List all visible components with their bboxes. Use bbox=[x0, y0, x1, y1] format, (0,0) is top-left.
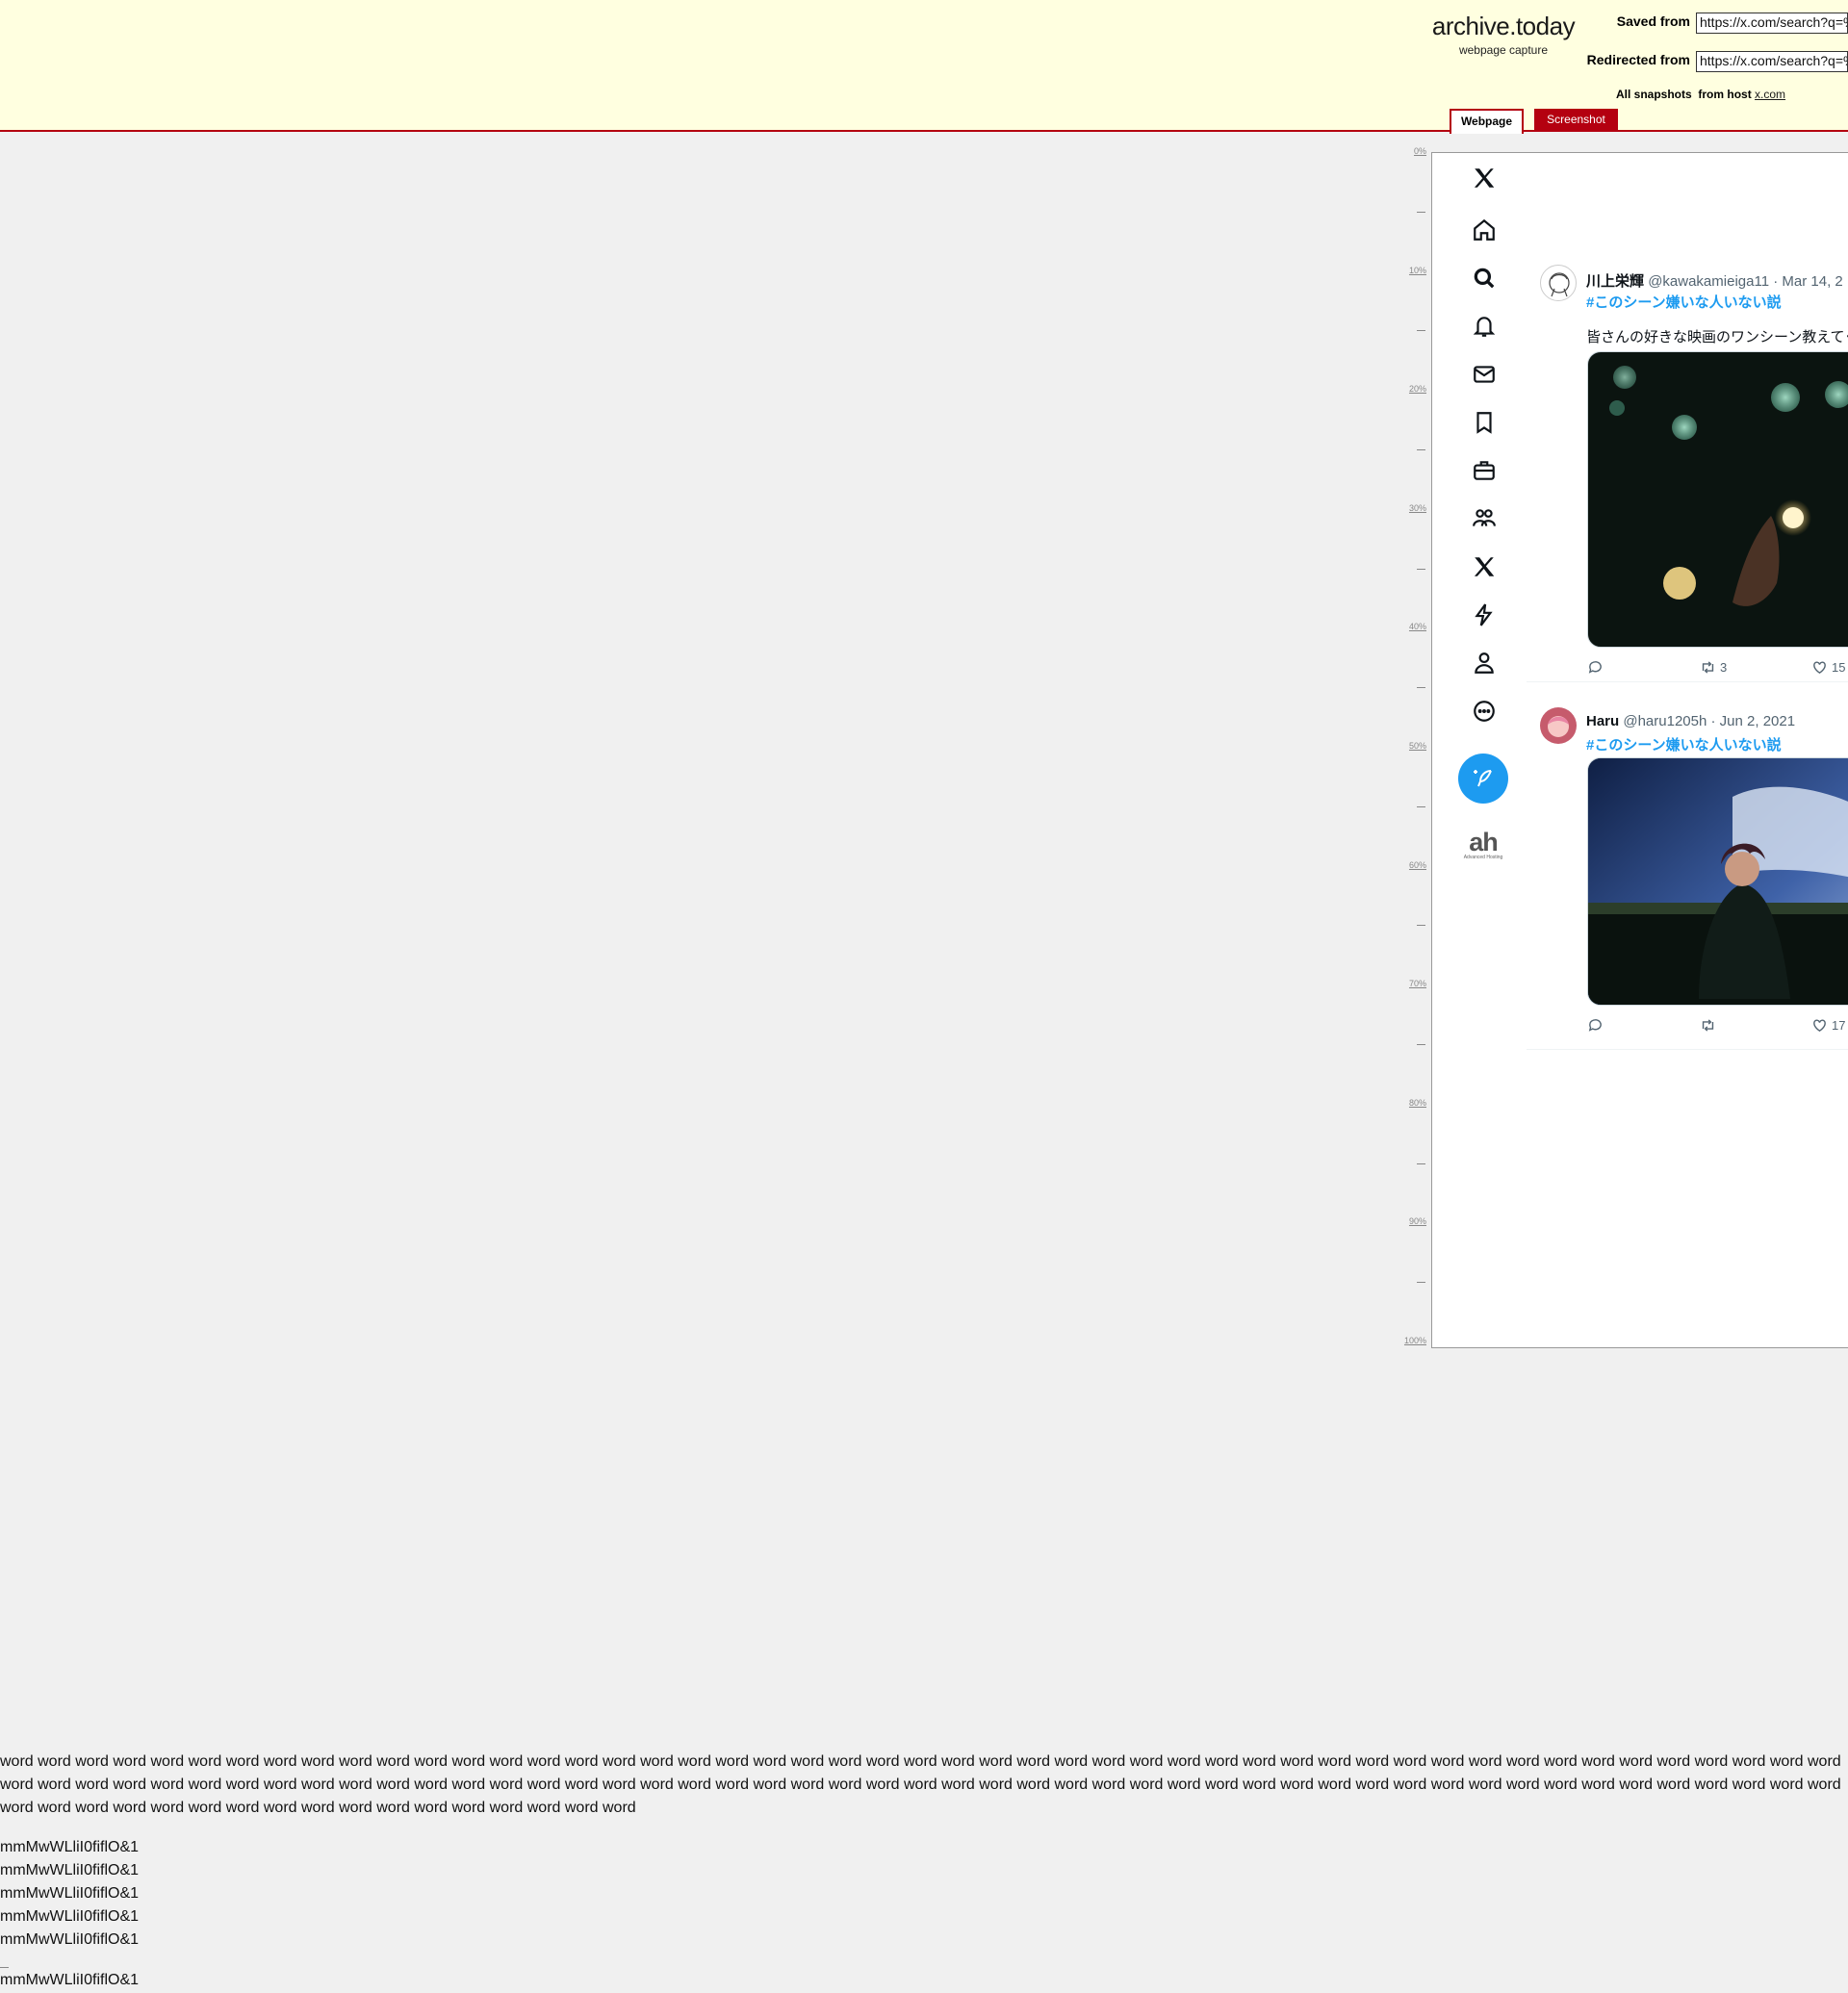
search-icon[interactable] bbox=[1471, 265, 1498, 292]
ruler-label[interactable]: 100% bbox=[1398, 1336, 1426, 1345]
heart-icon bbox=[1813, 1019, 1826, 1033]
retweet-count: 3 bbox=[1720, 660, 1728, 675]
tweet-image[interactable] bbox=[1587, 351, 1848, 648]
captured-page-frame: ah Advanced Hosting 川上栄輝 @kawakamieiga11… bbox=[1431, 152, 1848, 1348]
reply-button[interactable] bbox=[1587, 659, 1604, 676]
notifications-icon[interactable] bbox=[1471, 313, 1498, 340]
glyph-test-line: mmMwWLliI0fiflO&1 bbox=[0, 1908, 140, 1925]
tab-webpage[interactable]: Webpage bbox=[1450, 109, 1524, 134]
retweet-icon bbox=[1702, 661, 1714, 674]
advanced-hosting-logo[interactable]: ah Advanced Hosting bbox=[1459, 828, 1507, 861]
ruler-label[interactable]: 20% bbox=[1398, 384, 1426, 394]
ruler-tick bbox=[1417, 925, 1425, 927]
glyph-test-line: mmMwWLliI0fiflO&1 bbox=[0, 1885, 140, 1902]
ruler-label[interactable]: 80% bbox=[1398, 1098, 1426, 1108]
glyph-test-line: mmMwWLliI0fiflO&1 bbox=[0, 1839, 140, 1855]
communities-icon[interactable] bbox=[1471, 505, 1498, 532]
saved-from-input[interactable]: https://x.com/search?q=%23%E3%81%93%E3%8… bbox=[1696, 13, 1848, 34]
divider bbox=[0, 1967, 9, 1968]
ruler-tick bbox=[1417, 330, 1425, 332]
avatar[interactable] bbox=[1540, 265, 1577, 301]
author-handle[interactable]: @haru1205h bbox=[1623, 713, 1707, 729]
home-icon[interactable] bbox=[1471, 217, 1498, 243]
tab-screenshot[interactable]: Screenshot bbox=[1534, 109, 1618, 132]
tweet-image[interactable] bbox=[1587, 757, 1848, 1006]
saved-from-label: Saved from bbox=[1616, 13, 1690, 29]
from-host-label: from host bbox=[1698, 88, 1752, 101]
like-count: 15 bbox=[1832, 660, 1846, 675]
host-link[interactable]: x.com bbox=[1755, 88, 1785, 101]
hashtag-link[interactable]: #このシーン嫌いな人いない説 bbox=[1586, 292, 1782, 312]
messages-icon[interactable] bbox=[1471, 361, 1498, 388]
redirected-from-label: Redirected from bbox=[1586, 52, 1690, 67]
reply-button[interactable] bbox=[1587, 1017, 1604, 1034]
redirected-from-input[interactable]: https://x.com/search?q=%23%E3%81%93%E3%8… bbox=[1696, 51, 1848, 72]
author-handle[interactable]: @kawakamieiga11 bbox=[1648, 273, 1769, 290]
author-name[interactable]: 川上栄輝 bbox=[1586, 273, 1644, 290]
avatar[interactable] bbox=[1540, 707, 1577, 744]
archive-brand[interactable]: archive.today webpage capture bbox=[1430, 12, 1577, 57]
compose-icon bbox=[1474, 770, 1492, 787]
like-count: 17 bbox=[1832, 1018, 1846, 1033]
like-button[interactable]: 15 bbox=[1811, 659, 1845, 676]
glyph-test-line: mmMwWLliI0fiflO&1 bbox=[0, 1972, 140, 1988]
ruler-tick bbox=[1417, 1163, 1425, 1164]
ruler-tick bbox=[1417, 1282, 1425, 1284]
brand-subtitle: webpage capture bbox=[1458, 43, 1549, 57]
glyph-test-line: mmMwWLliI0fiflO&1 bbox=[0, 1931, 140, 1948]
ruler-tick bbox=[1417, 211, 1425, 213]
ruler-tick bbox=[1417, 449, 1425, 450]
retweet-button[interactable]: 3 bbox=[1700, 659, 1727, 676]
like-button[interactable]: 17 bbox=[1811, 1017, 1845, 1034]
retweet-icon bbox=[1702, 1019, 1714, 1032]
premium-icon[interactable] bbox=[1471, 553, 1498, 580]
ruler-label[interactable]: 50% bbox=[1398, 741, 1426, 751]
x-logo-icon[interactable] bbox=[1471, 165, 1498, 192]
author-name[interactable]: Haru bbox=[1586, 713, 1619, 729]
ruler-tick bbox=[1417, 568, 1425, 570]
ruler-label[interactable]: 90% bbox=[1398, 1216, 1426, 1226]
tweet-date[interactable]: · Jun 2, 2021 bbox=[1711, 713, 1796, 729]
archive-header: archive.today webpage capture Saved from… bbox=[0, 0, 1848, 134]
ad-logo-text: ah bbox=[1469, 828, 1499, 856]
reply-icon bbox=[1588, 1019, 1602, 1032]
hashtag-link[interactable]: #このシーン嫌いな人いない説 bbox=[1586, 734, 1782, 754]
jobs-icon[interactable] bbox=[1471, 457, 1498, 484]
tweet-text: 皆さんの好きな映画のワンシーン教えてく bbox=[1586, 329, 1848, 345]
tweet-1[interactable]: 川上栄輝 @kawakamieiga11 · Mar 14, 2 #このシーン嫌… bbox=[1527, 265, 1848, 682]
filler-words: word word word word word word word word … bbox=[0, 1753, 1841, 1816]
tweet-2[interactable]: Haru @haru1205h · Jun 2, 2021 #このシーン嫌いな人… bbox=[1527, 707, 1848, 1050]
ruler-label[interactable]: 0% bbox=[1398, 146, 1426, 156]
ruler-tick bbox=[1417, 1044, 1425, 1045]
more-icon[interactable] bbox=[1471, 698, 1498, 725]
ruler-tick bbox=[1417, 687, 1425, 689]
tweet-date[interactable]: · Mar 14, 2 bbox=[1773, 273, 1843, 290]
brand-title: archive.today bbox=[1431, 12, 1576, 40]
ruler-label[interactable]: 30% bbox=[1398, 503, 1426, 513]
verified-orgs-icon[interactable] bbox=[1471, 601, 1498, 628]
compose-button[interactable] bbox=[1458, 754, 1508, 804]
ruler-tick bbox=[1417, 805, 1425, 807]
tweet-header: Haru @haru1205h · Jun 2, 2021 bbox=[1586, 713, 1795, 729]
retweet-button[interactable] bbox=[1700, 1017, 1720, 1034]
ruler-label[interactable]: 60% bbox=[1398, 860, 1426, 870]
all-snapshots-label[interactable]: All snapshots bbox=[1616, 88, 1692, 101]
snapshots-line: All snapshots from host x.com bbox=[1616, 88, 1785, 101]
ruler-label[interactable]: 70% bbox=[1398, 979, 1426, 988]
ruler-label[interactable]: 40% bbox=[1398, 622, 1426, 631]
heart-icon bbox=[1813, 661, 1826, 675]
tweet-header: 川上栄輝 @kawakamieiga11 · Mar 14, 2 bbox=[1586, 270, 1843, 291]
profile-icon[interactable] bbox=[1471, 650, 1498, 677]
ad-logo-sub: Advanced Hosting bbox=[1463, 855, 1503, 860]
reply-icon bbox=[1588, 661, 1602, 674]
glyph-test-line: mmMwWLliI0fiflO&1 bbox=[0, 1862, 140, 1878]
ruler-label[interactable]: 10% bbox=[1398, 266, 1426, 275]
bookmarks-icon[interactable] bbox=[1471, 409, 1498, 436]
